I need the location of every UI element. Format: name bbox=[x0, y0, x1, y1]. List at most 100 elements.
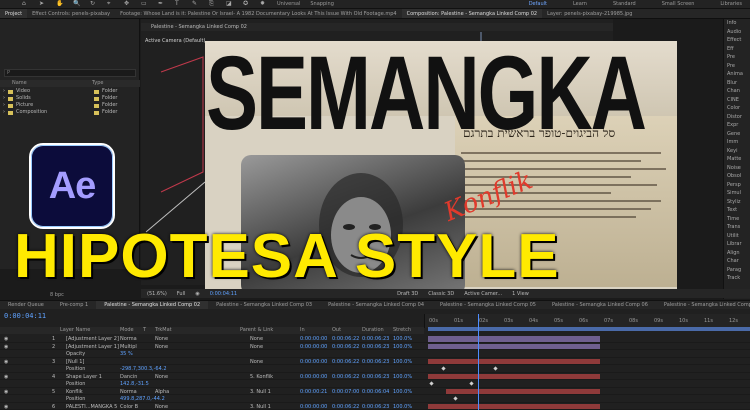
panel-item[interactable]: Expr bbox=[724, 121, 750, 130]
tab-comp-06[interactable]: Palestine - Semangka Linked Comp 06 bbox=[544, 301, 656, 309]
layer-bar[interactable] bbox=[428, 343, 600, 349]
tab-project[interactable]: Project bbox=[0, 9, 28, 18]
work-area-bar[interactable] bbox=[428, 327, 750, 331]
panel-item[interactable]: CINE bbox=[724, 96, 750, 105]
eye-icon[interactable]: ◉ bbox=[4, 389, 8, 395]
col-in[interactable]: In bbox=[300, 327, 305, 334]
panel-item[interactable]: Info bbox=[724, 19, 750, 28]
layer-row[interactable]: ◉ 4 Shape Layer 1 Dancin None 5. Konflik 0:00:… bbox=[0, 373, 424, 380]
keyframe[interactable] bbox=[493, 366, 498, 371]
eye-icon[interactable]: ◉ bbox=[4, 374, 8, 380]
renderer-dropdown[interactable]: Classic 3D bbox=[428, 291, 454, 297]
views-dropdown[interactable]: 1 View bbox=[512, 291, 529, 297]
panel-item[interactable]: Gene bbox=[724, 130, 750, 139]
tab-comp-07[interactable]: Palestine - Semangka Linked Comp 07 bbox=[656, 301, 750, 309]
panel-item[interactable]: Text bbox=[724, 206, 750, 215]
keyframe[interactable] bbox=[429, 381, 434, 386]
project-col-name[interactable]: Name bbox=[0, 80, 92, 87]
workspace-default[interactable]: Default bbox=[529, 1, 547, 7]
workspace-learn[interactable]: Learn bbox=[573, 1, 587, 7]
panel-item[interactable]: Keyi bbox=[724, 147, 750, 156]
expand-icon[interactable]: › bbox=[3, 95, 5, 102]
zoom-dropdown[interactable]: (51.6%) bbox=[147, 291, 167, 297]
workspace-standard[interactable]: Standard bbox=[613, 1, 636, 7]
col-trkmat[interactable]: TrkMat bbox=[155, 327, 172, 334]
layer-row[interactable]: ◉ 2 [Adjustment Layer 1] Multipl None None 0:0… bbox=[0, 343, 424, 350]
keyframe[interactable] bbox=[441, 366, 446, 371]
viewer-timecode[interactable]: 0:00:04:11 bbox=[210, 291, 237, 297]
playhead[interactable] bbox=[478, 314, 479, 410]
camera-icon[interactable]: ◉ bbox=[195, 291, 199, 297]
layer-row[interactable]: ◉ 3 [Null 1] None 0:00:00:00 0:00:06:22 0:00:0… bbox=[0, 358, 424, 365]
project-search-input[interactable]: P bbox=[4, 69, 136, 77]
tab-comp-05[interactable]: Palestine - Semangka Linked Comp 05 bbox=[432, 301, 544, 309]
time-ruler[interactable]: 00s 01s 02s 03s 04s 05s 06s 07s 08s 09s … bbox=[424, 314, 750, 328]
col-mode[interactable]: Mode bbox=[120, 327, 134, 334]
tab-render-queue[interactable]: Render Queue bbox=[0, 301, 52, 309]
tab-composition[interactable]: Composition: Palestine - Semangka Linked… bbox=[401, 9, 543, 18]
panel-item[interactable]: Color bbox=[724, 104, 750, 113]
tab-comp-04[interactable]: Palestine - Semangka Linked Comp 04 bbox=[320, 301, 432, 309]
panel-item[interactable]: Eff bbox=[724, 45, 750, 54]
tab-layer[interactable]: Layer: penels-pixabay-219985.jpg bbox=[542, 9, 637, 18]
property-row[interactable]: Position -298.7,300.3,-64.2 bbox=[0, 365, 424, 373]
col-t[interactable]: T bbox=[143, 327, 146, 334]
current-time-display[interactable]: 0:00:04:11 bbox=[4, 312, 46, 320]
clone-tool-icon[interactable]: ⎘ bbox=[209, 1, 216, 7]
layer-bar[interactable] bbox=[428, 403, 600, 409]
shape-tool-icon[interactable]: ▭ bbox=[141, 1, 148, 7]
property-row[interactable]: Position 499.8,287.0,-44.2 bbox=[0, 395, 424, 403]
universal-option[interactable]: Universal bbox=[277, 1, 300, 7]
panel-item[interactable]: Chan bbox=[724, 87, 750, 96]
panel-item[interactable]: Pre bbox=[724, 53, 750, 62]
layer-row[interactable]: ◉ 5 Konflik Norma Alpha 3. Null 1 0:00:00:21 0:… bbox=[0, 388, 424, 395]
panel-item[interactable]: Noise bbox=[724, 164, 750, 173]
eye-icon[interactable]: ◉ bbox=[4, 359, 8, 365]
roto-tool-icon[interactable]: ✪ bbox=[243, 1, 250, 7]
bit-depth-button[interactable]: 8 bpc bbox=[50, 292, 64, 298]
project-item[interactable]: › Picture Folder bbox=[0, 102, 140, 109]
snapping-option[interactable]: Snapping bbox=[310, 1, 334, 7]
panel-item[interactable]: Persp bbox=[724, 181, 750, 190]
workspace-libraries[interactable]: Libraries bbox=[720, 1, 742, 7]
layer-bar[interactable] bbox=[446, 388, 600, 394]
eye-icon[interactable]: ◉ bbox=[4, 336, 8, 342]
layer-bar[interactable] bbox=[428, 336, 600, 342]
project-item[interactable]: › Composition Folder bbox=[0, 109, 140, 116]
project-item[interactable]: › Solids Folder bbox=[0, 95, 140, 102]
panel-item[interactable]: Effect bbox=[724, 36, 750, 45]
tab-footage[interactable]: Footage: Whose Land is it: Palestine Or … bbox=[115, 9, 402, 18]
tab-effect-controls[interactable]: Effect Controls: penels-pixabay bbox=[27, 9, 115, 18]
draft-3d-toggle[interactable]: Draft 3D bbox=[397, 291, 418, 297]
panel-item[interactable]: Obsol bbox=[724, 172, 750, 181]
active-camera-dropdown[interactable]: Active Camer... bbox=[464, 291, 502, 297]
panel-item[interactable]: Blur bbox=[724, 79, 750, 88]
expand-icon[interactable]: › bbox=[3, 102, 5, 109]
expand-icon[interactable]: › bbox=[3, 88, 5, 95]
project-item[interactable]: › Video Folder bbox=[0, 88, 140, 95]
brush-tool-icon[interactable]: ✎ bbox=[192, 1, 199, 7]
eraser-tool-icon[interactable]: ◪ bbox=[226, 1, 233, 7]
resolution-dropdown[interactable]: Full bbox=[177, 291, 186, 297]
col-stretch[interactable]: Stretch bbox=[393, 327, 411, 334]
type-tool-icon[interactable]: T bbox=[175, 1, 182, 7]
col-parent[interactable]: Parent & Link bbox=[240, 327, 273, 334]
puppet-tool-icon[interactable]: ✸ bbox=[260, 1, 267, 7]
panel-item[interactable]: Time bbox=[724, 215, 750, 224]
property-row[interactable]: Opacity 35 % bbox=[0, 350, 424, 358]
eye-icon[interactable]: ◉ bbox=[4, 404, 8, 410]
expand-icon[interactable]: › bbox=[3, 109, 5, 116]
col-layer-name[interactable]: Layer Name bbox=[60, 327, 90, 334]
col-duration[interactable]: Duration bbox=[362, 327, 384, 334]
hand-tool-icon[interactable]: ✋ bbox=[56, 1, 63, 7]
layer-row[interactable]: ◉ 1 [Adjustment Layer 2] Norma None None 0:00:… bbox=[0, 335, 424, 343]
keyframe[interactable] bbox=[469, 381, 474, 386]
rotate-tool-icon[interactable]: ↻ bbox=[90, 1, 97, 7]
panel-item[interactable]: Anima bbox=[724, 70, 750, 79]
tab-pre-comp-1[interactable]: Pre-comp 1 bbox=[52, 301, 96, 309]
layer-bar[interactable] bbox=[428, 358, 600, 364]
pen-tool-icon[interactable]: ✒ bbox=[158, 1, 165, 7]
tab-comp-02[interactable]: Palestine - Semangka Linked Comp 02 bbox=[96, 301, 209, 309]
panel-item[interactable]: Pre bbox=[724, 62, 750, 71]
tab-comp-03[interactable]: Palestine - Semangka Linked Comp 03 bbox=[208, 301, 320, 309]
